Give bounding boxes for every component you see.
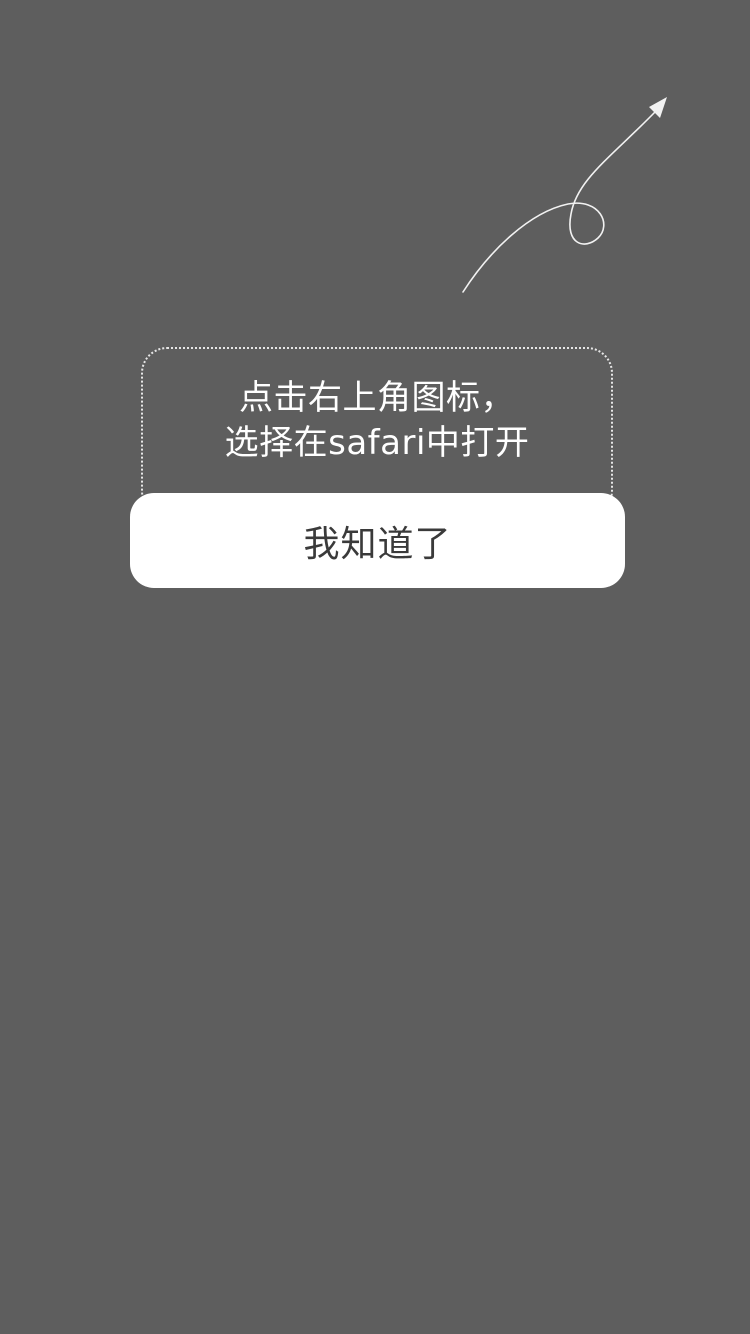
tip-message-line1: 点击右上角图标， bbox=[239, 378, 515, 418]
tip-message: 点击右上角图标， 选择在safari中打开 bbox=[141, 376, 613, 466]
tip-message-line2: 选择在safari中打开 bbox=[224, 423, 530, 463]
guide-arrow-icon bbox=[0, 0, 750, 320]
got-it-button[interactable]: 我知道了 bbox=[130, 493, 625, 588]
